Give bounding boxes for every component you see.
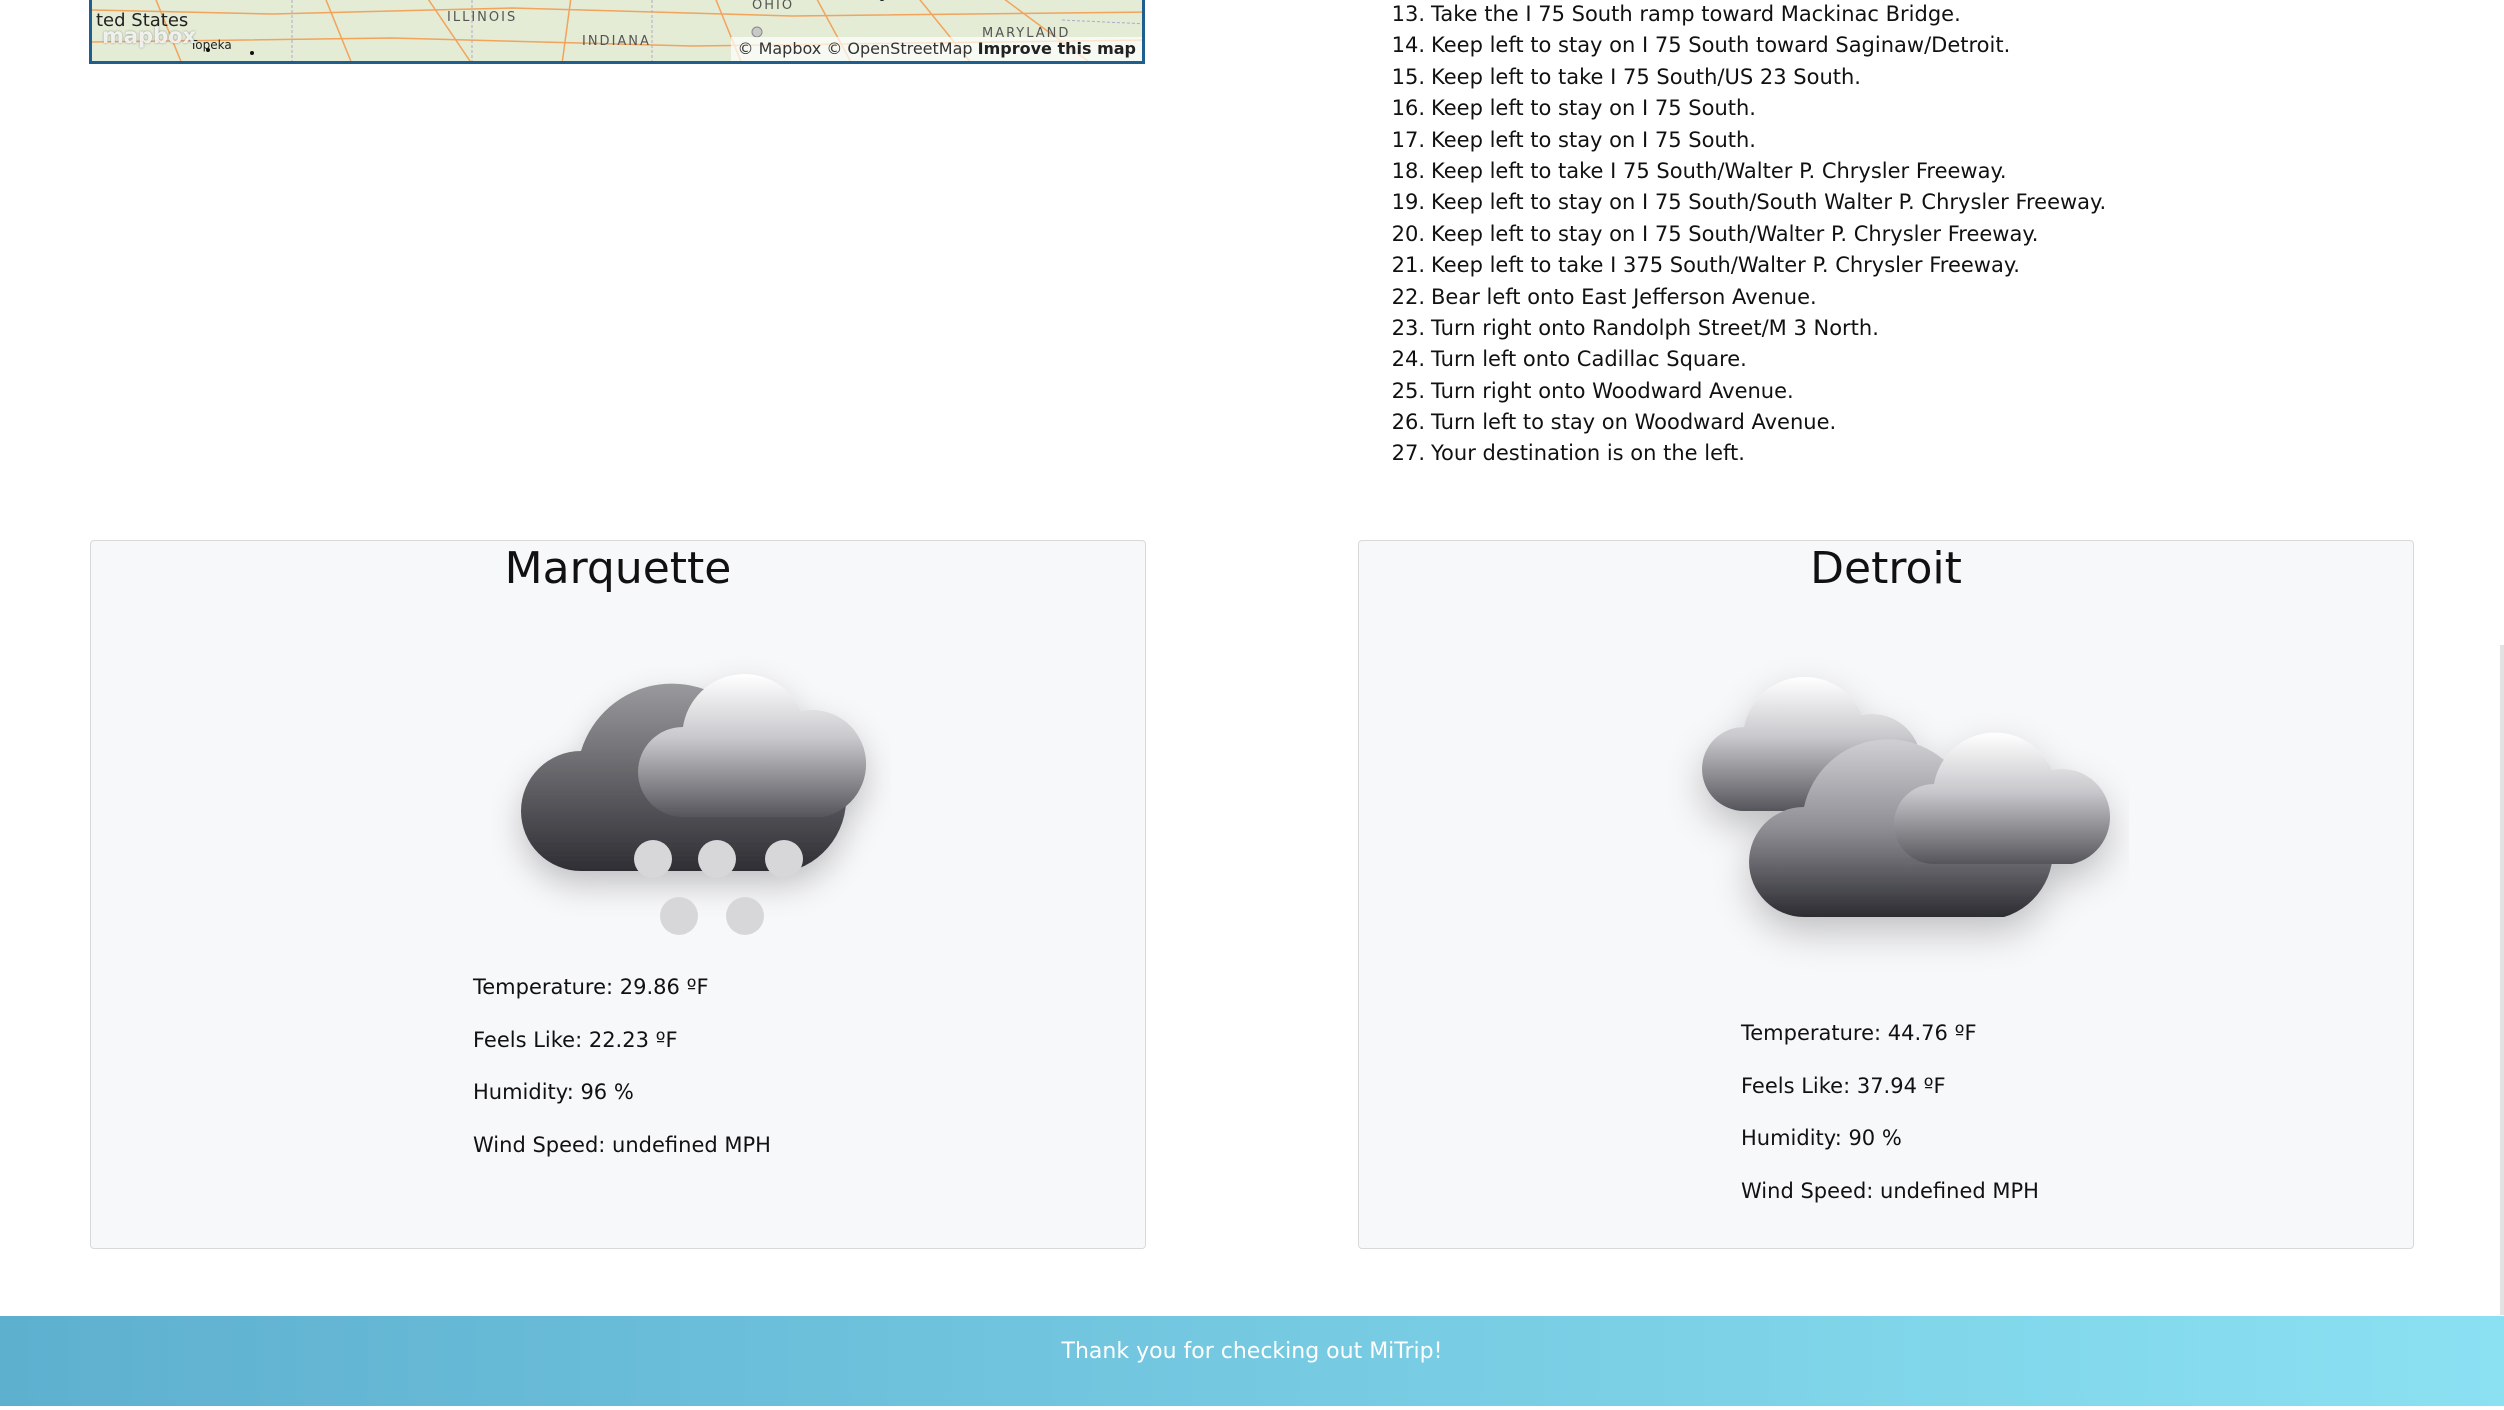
map-attribution-text[interactable]: © Mapbox © OpenStreetMap [737, 39, 972, 58]
direction-step-text: Turn right onto Randolph Street/M 3 Nort… [1431, 315, 1879, 340]
direction-step-number: 22. [1391, 284, 1425, 309]
map-state-label: OHIO [752, 0, 795, 13]
direction-step-text: Keep left to take I 375 South/Walter P. … [1431, 253, 2020, 278]
directions-list: 13. Take the I 75 South ramp toward Macki… [1375, 0, 2107, 471]
direction-step: 24. Turn left onto Cadillac Square. [1375, 345, 2106, 376]
direction-step-text: Your destination is on the left. [1431, 441, 1745, 466]
direction-step-number: 17. [1391, 127, 1425, 152]
direction-step: 18. Keep left to take I 75 South/Walter P… [1375, 157, 2106, 188]
direction-step-number: 16. [1391, 96, 1425, 121]
direction-step: 26. Turn left to stay on Woodward Avenue. [1375, 408, 2106, 439]
direction-step: 17. Keep left to stay on I 75 South. [1375, 126, 2106, 157]
direction-step-text: Keep left to take I 75 South/US 23 South… [1431, 64, 1861, 89]
direction-step-number: 25. [1391, 378, 1425, 403]
direction-step-text: Keep left to stay on I 75 South toward S… [1431, 33, 2011, 58]
weather-card-origin: Marquette Temperature: 29.86 ºF Feels Li… [90, 540, 1146, 1249]
direction-step: 21. Keep left to take I 375 South/Walter … [1375, 251, 2106, 282]
direction-step-number: 13. [1391, 2, 1425, 26]
direction-step-text: Turn right onto Woodward Avenue. [1431, 378, 1794, 403]
map-attribution: © Mapbox © OpenStreetMap Improve this ma… [731, 37, 1142, 61]
map-town-label: Topeka [190, 38, 232, 52]
weather-card-destination: Detroit Temperature: 44.76 ºF Feels Like… [1358, 540, 2414, 1249]
direction-step: 19. Keep left to stay on I 75 South/South… [1375, 188, 2107, 219]
direction-step: 20. Keep left to stay on I 75 South/Walte… [1375, 220, 2106, 251]
temperature-text: Temperature: 44.76 ºF [1741, 1021, 1977, 1045]
city-title: Detroit [1810, 543, 1962, 594]
direction-step: 14. Keep left to stay on I 75 South towar… [1375, 31, 2106, 62]
direction-step: 16. Keep left to stay on I 75 South. [1375, 94, 2106, 125]
direction-step: 23. Turn right onto Randolph Street/M 3 N… [1375, 314, 2106, 345]
direction-step-number: 26. [1391, 410, 1425, 435]
map-state-label: ILLINOIS [447, 10, 518, 25]
direction-step-number: 21. [1391, 253, 1425, 278]
direction-step: 27. Your destination is on the left. [1375, 439, 2106, 470]
cloudy-icon [1702, 676, 2111, 917]
direction-step-number: 15. [1391, 64, 1425, 89]
snow-cloud-icon [521, 674, 867, 935]
feels-like-text: Feels Like: 22.23 ºF [473, 1027, 678, 1052]
direction-step-number: 19. [1391, 190, 1425, 215]
weather-stats: Temperature: 29.86 ºF Feels Like: 22.23 … [473, 973, 771, 1183]
weather-stats: Temperature: 44.76 ºF Feels Like: 37.94 … [1741, 1019, 2039, 1229]
temperature-text: Temperature: 29.86 ºF [473, 975, 709, 999]
direction-step-number: 23. [1391, 315, 1425, 340]
direction-step-text: Keep left to stay on I 75 South/South Wa… [1431, 190, 2107, 215]
feels-like-text: Feels Like: 37.94 ºF [1741, 1073, 1946, 1098]
direction-step: 22. Bear left onto East Jefferson Avenue. [1375, 283, 2106, 314]
direction-step-number: 20. [1391, 221, 1425, 246]
humidity-text: Humidity: 90 % [1741, 1126, 1902, 1150]
route-map[interactable]: ILLINOIS INDIANA OHIO MARYLAND ted State… [89, 0, 1145, 64]
direction-step-text: Take the I 75 South ramp toward Mackinac… [1431, 2, 1961, 26]
direction-step-text: Turn left to stay on Woodward Avenue. [1431, 410, 1837, 435]
direction-step-number: 14. [1391, 33, 1425, 58]
direction-step-text: Keep left to stay on I 75 South. [1431, 127, 1756, 152]
wind-speed-text: Wind Speed: undefined MPH [1741, 1178, 2039, 1203]
direction-step: 13. Take the I 75 South ramp toward Macki… [1375, 0, 2106, 31]
direction-step-number: 27. [1391, 441, 1425, 466]
direction-step-text: Bear left onto East Jefferson Avenue. [1431, 284, 1817, 309]
map-state-label: INDIANA [582, 34, 651, 49]
direction-step-text: Turn left onto Cadillac Square. [1431, 347, 1747, 372]
direction-step: 15. Keep left to take I 75 South/US 23 So… [1375, 63, 2106, 94]
humidity-text: Humidity: 96 % [473, 1080, 634, 1104]
direction-step-text: Keep left to stay on I 75 South. [1431, 96, 1756, 121]
direction-step-text: Keep left to stay on I 75 South/Walter P… [1431, 221, 2039, 246]
direction-step-number: 24. [1391, 347, 1425, 372]
direction-step: 25. Turn right onto Woodward Avenue. [1375, 377, 2106, 408]
improve-map-link[interactable]: Improve this map [978, 39, 1136, 58]
direction-step-text: Keep left to take I 75 South/Walter P. C… [1431, 158, 2007, 183]
page-footer: Thank you for checking out MiTrip! [0, 1316, 2504, 1406]
footer-text: Thank you for checking out MiTrip! [1061, 1339, 1443, 1364]
page-scrollbar[interactable] [2500, 645, 2504, 1315]
wind-speed-text: Wind Speed: undefined MPH [473, 1132, 771, 1157]
city-title: Marquette [504, 543, 732, 594]
mapbox-logo[interactable]: mapbox [102, 24, 196, 48]
direction-step-number: 18. [1391, 158, 1425, 183]
